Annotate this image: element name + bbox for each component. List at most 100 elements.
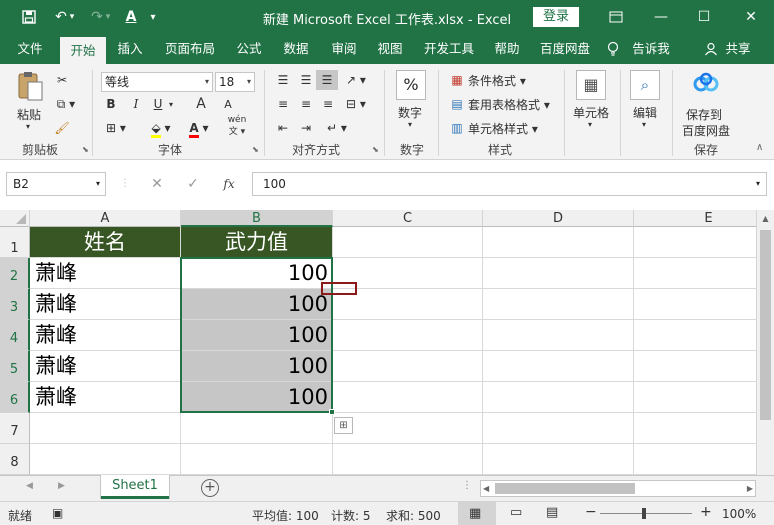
bold-button[interactable]: B (103, 94, 119, 114)
cell-c8[interactable] (333, 444, 483, 475)
grow-font-button[interactable]: A (193, 94, 209, 114)
font-name-combo[interactable]: 等线 ▾ (101, 72, 213, 92)
cell-b6[interactable]: 100 (181, 382, 333, 413)
cell-d6[interactable] (483, 382, 634, 413)
cell-e7[interactable] (634, 413, 774, 444)
cell-c4[interactable] (333, 320, 483, 351)
align-center-icon[interactable]: ≡ (296, 94, 316, 114)
row-header-3[interactable]: 3 (0, 289, 30, 320)
cell-c3[interactable] (333, 289, 483, 320)
underline-button[interactable]: U (150, 94, 166, 114)
cell-a3[interactable]: 萧峰 (30, 289, 181, 320)
cell-e4[interactable] (634, 320, 774, 351)
tab-help[interactable]: 帮助 (488, 34, 526, 64)
tab-file[interactable]: 文件 (8, 34, 52, 64)
column-header-a[interactable]: A (30, 210, 181, 227)
cell-styles-button[interactable]: 单元格样式 ▾ (468, 120, 538, 137)
clipboard-launcher-icon[interactable]: ⬊ (82, 145, 89, 154)
quick-analysis-icon[interactable]: ⊞ (334, 417, 353, 434)
page-break-preview-icon[interactable]: ▤ (546, 505, 558, 520)
underline-dropdown-icon[interactable]: ▾ (166, 95, 176, 115)
save-icon[interactable] (18, 6, 40, 28)
user-icon[interactable] (702, 34, 720, 64)
normal-view-button[interactable]: ▦ (458, 502, 496, 525)
horizontal-scrollbar[interactable]: ◀ ▶ (480, 480, 756, 497)
prev-sheet-icon[interactable]: ◀ (26, 481, 33, 491)
format-as-table-button[interactable]: 套用表格格式 ▾ (468, 96, 550, 113)
editing-dropdown-icon[interactable]: ▾ (642, 120, 646, 129)
cell-d3[interactable] (483, 289, 634, 320)
cell-c7[interactable] (333, 413, 483, 444)
row-header-4[interactable]: 4 (0, 320, 30, 351)
cell-d5[interactable] (483, 351, 634, 382)
share-button[interactable]: 共享 (720, 34, 756, 64)
fill-color-icon[interactable]: ⬙ ▾ (146, 118, 176, 138)
column-header-c[interactable]: C (333, 210, 483, 227)
tab-insert[interactable]: 插入 (110, 34, 150, 64)
zoom-slider-thumb[interactable] (642, 508, 646, 519)
cut-icon[interactable]: ✂ (52, 70, 72, 90)
merge-center-icon[interactable]: ⊟ ▾ (344, 94, 368, 114)
wrap-text-icon[interactable]: ↵ ▾ (322, 118, 352, 138)
zoom-level[interactable]: 100% (722, 507, 756, 521)
number-format-button[interactable]: 数字 (398, 104, 422, 121)
tab-page-layout[interactable]: 页面布局 (158, 34, 222, 64)
cell-c5[interactable] (333, 351, 483, 382)
row-header-8[interactable]: 8 (0, 444, 30, 475)
align-left-icon[interactable]: ≡ (273, 94, 293, 114)
cells-dropdown-icon[interactable]: ▾ (588, 120, 592, 129)
align-bottom-icon[interactable]: ☰ (316, 70, 338, 90)
collapse-ribbon-icon[interactable]: ∧ (756, 142, 763, 153)
zoom-slider[interactable] (600, 508, 692, 519)
paste-button[interactable]: 粘贴 (17, 106, 41, 123)
align-right-icon[interactable]: ≡ (318, 94, 338, 114)
page-layout-view-icon[interactable]: ▭ (510, 505, 522, 520)
align-middle-icon[interactable]: ☰ (296, 70, 316, 90)
column-header-e[interactable]: E (634, 210, 774, 227)
save-to-baidu-line1[interactable]: 保存到 (686, 106, 722, 123)
scroll-left-icon[interactable]: ◀ (483, 481, 489, 496)
number-dropdown-icon[interactable]: ▾ (408, 120, 412, 129)
row-header-5[interactable]: 5 (0, 351, 30, 382)
vertical-scrollbar[interactable]: ▲ (756, 210, 774, 475)
add-sheet-icon[interactable]: + (201, 479, 219, 497)
shrink-font-button[interactable]: A (220, 95, 236, 115)
percent-icon[interactable]: % (396, 70, 426, 100)
cell-c1[interactable] (333, 227, 483, 258)
cell-e3[interactable] (634, 289, 774, 320)
cell-b3[interactable]: 100 (181, 289, 333, 320)
cell-b7[interactable] (181, 413, 333, 444)
cell-a4[interactable]: 萧峰 (30, 320, 181, 351)
customize-qat-icon[interactable]: ▾ (142, 6, 164, 28)
conditional-formatting-button[interactable]: 条件格式 ▾ (468, 72, 526, 89)
cell-e8[interactable] (634, 444, 774, 475)
cell-b5[interactable]: 100 (181, 351, 333, 382)
cell-e5[interactable] (634, 351, 774, 382)
cell-d2[interactable] (483, 258, 634, 289)
expand-formula-bar-icon[interactable]: ▾ (756, 173, 760, 195)
cell-e6[interactable] (634, 382, 774, 413)
cell-d1[interactable] (483, 227, 634, 258)
editing-button[interactable]: 编辑 (633, 104, 657, 121)
tab-baidu-netdisk[interactable]: 百度网盘 (534, 34, 596, 64)
enter-icon[interactable]: ✓ (182, 172, 204, 196)
paste-icon[interactable] (14, 70, 46, 106)
cell-a6[interactable]: 萧峰 (30, 382, 181, 413)
cell-d8[interactable] (483, 444, 634, 475)
login-button[interactable]: 登录 (533, 7, 579, 27)
tab-review[interactable]: 审阅 (324, 34, 364, 64)
decrease-indent-icon[interactable]: ⇤ (273, 118, 293, 138)
font-size-combo[interactable]: 18 ▾ (215, 72, 255, 92)
cell-b8[interactable] (181, 444, 333, 475)
sheet-tab-sheet1[interactable]: Sheet1 (101, 475, 169, 499)
cell-e1[interactable] (634, 227, 774, 258)
name-box[interactable]: B2 ▾ (6, 172, 106, 196)
row-header-2[interactable]: 2 (0, 258, 30, 289)
zoom-out-icon[interactable]: − (585, 504, 597, 520)
zoom-in-icon[interactable]: + (700, 504, 712, 520)
cancel-icon[interactable]: ✕ (146, 172, 168, 196)
scroll-up-icon[interactable]: ▲ (757, 210, 774, 227)
tab-split-handle-icon[interactable]: ⋮ (462, 480, 472, 491)
cell-a5[interactable]: 萧峰 (30, 351, 181, 382)
row-header-7[interactable]: 7 (0, 413, 30, 444)
